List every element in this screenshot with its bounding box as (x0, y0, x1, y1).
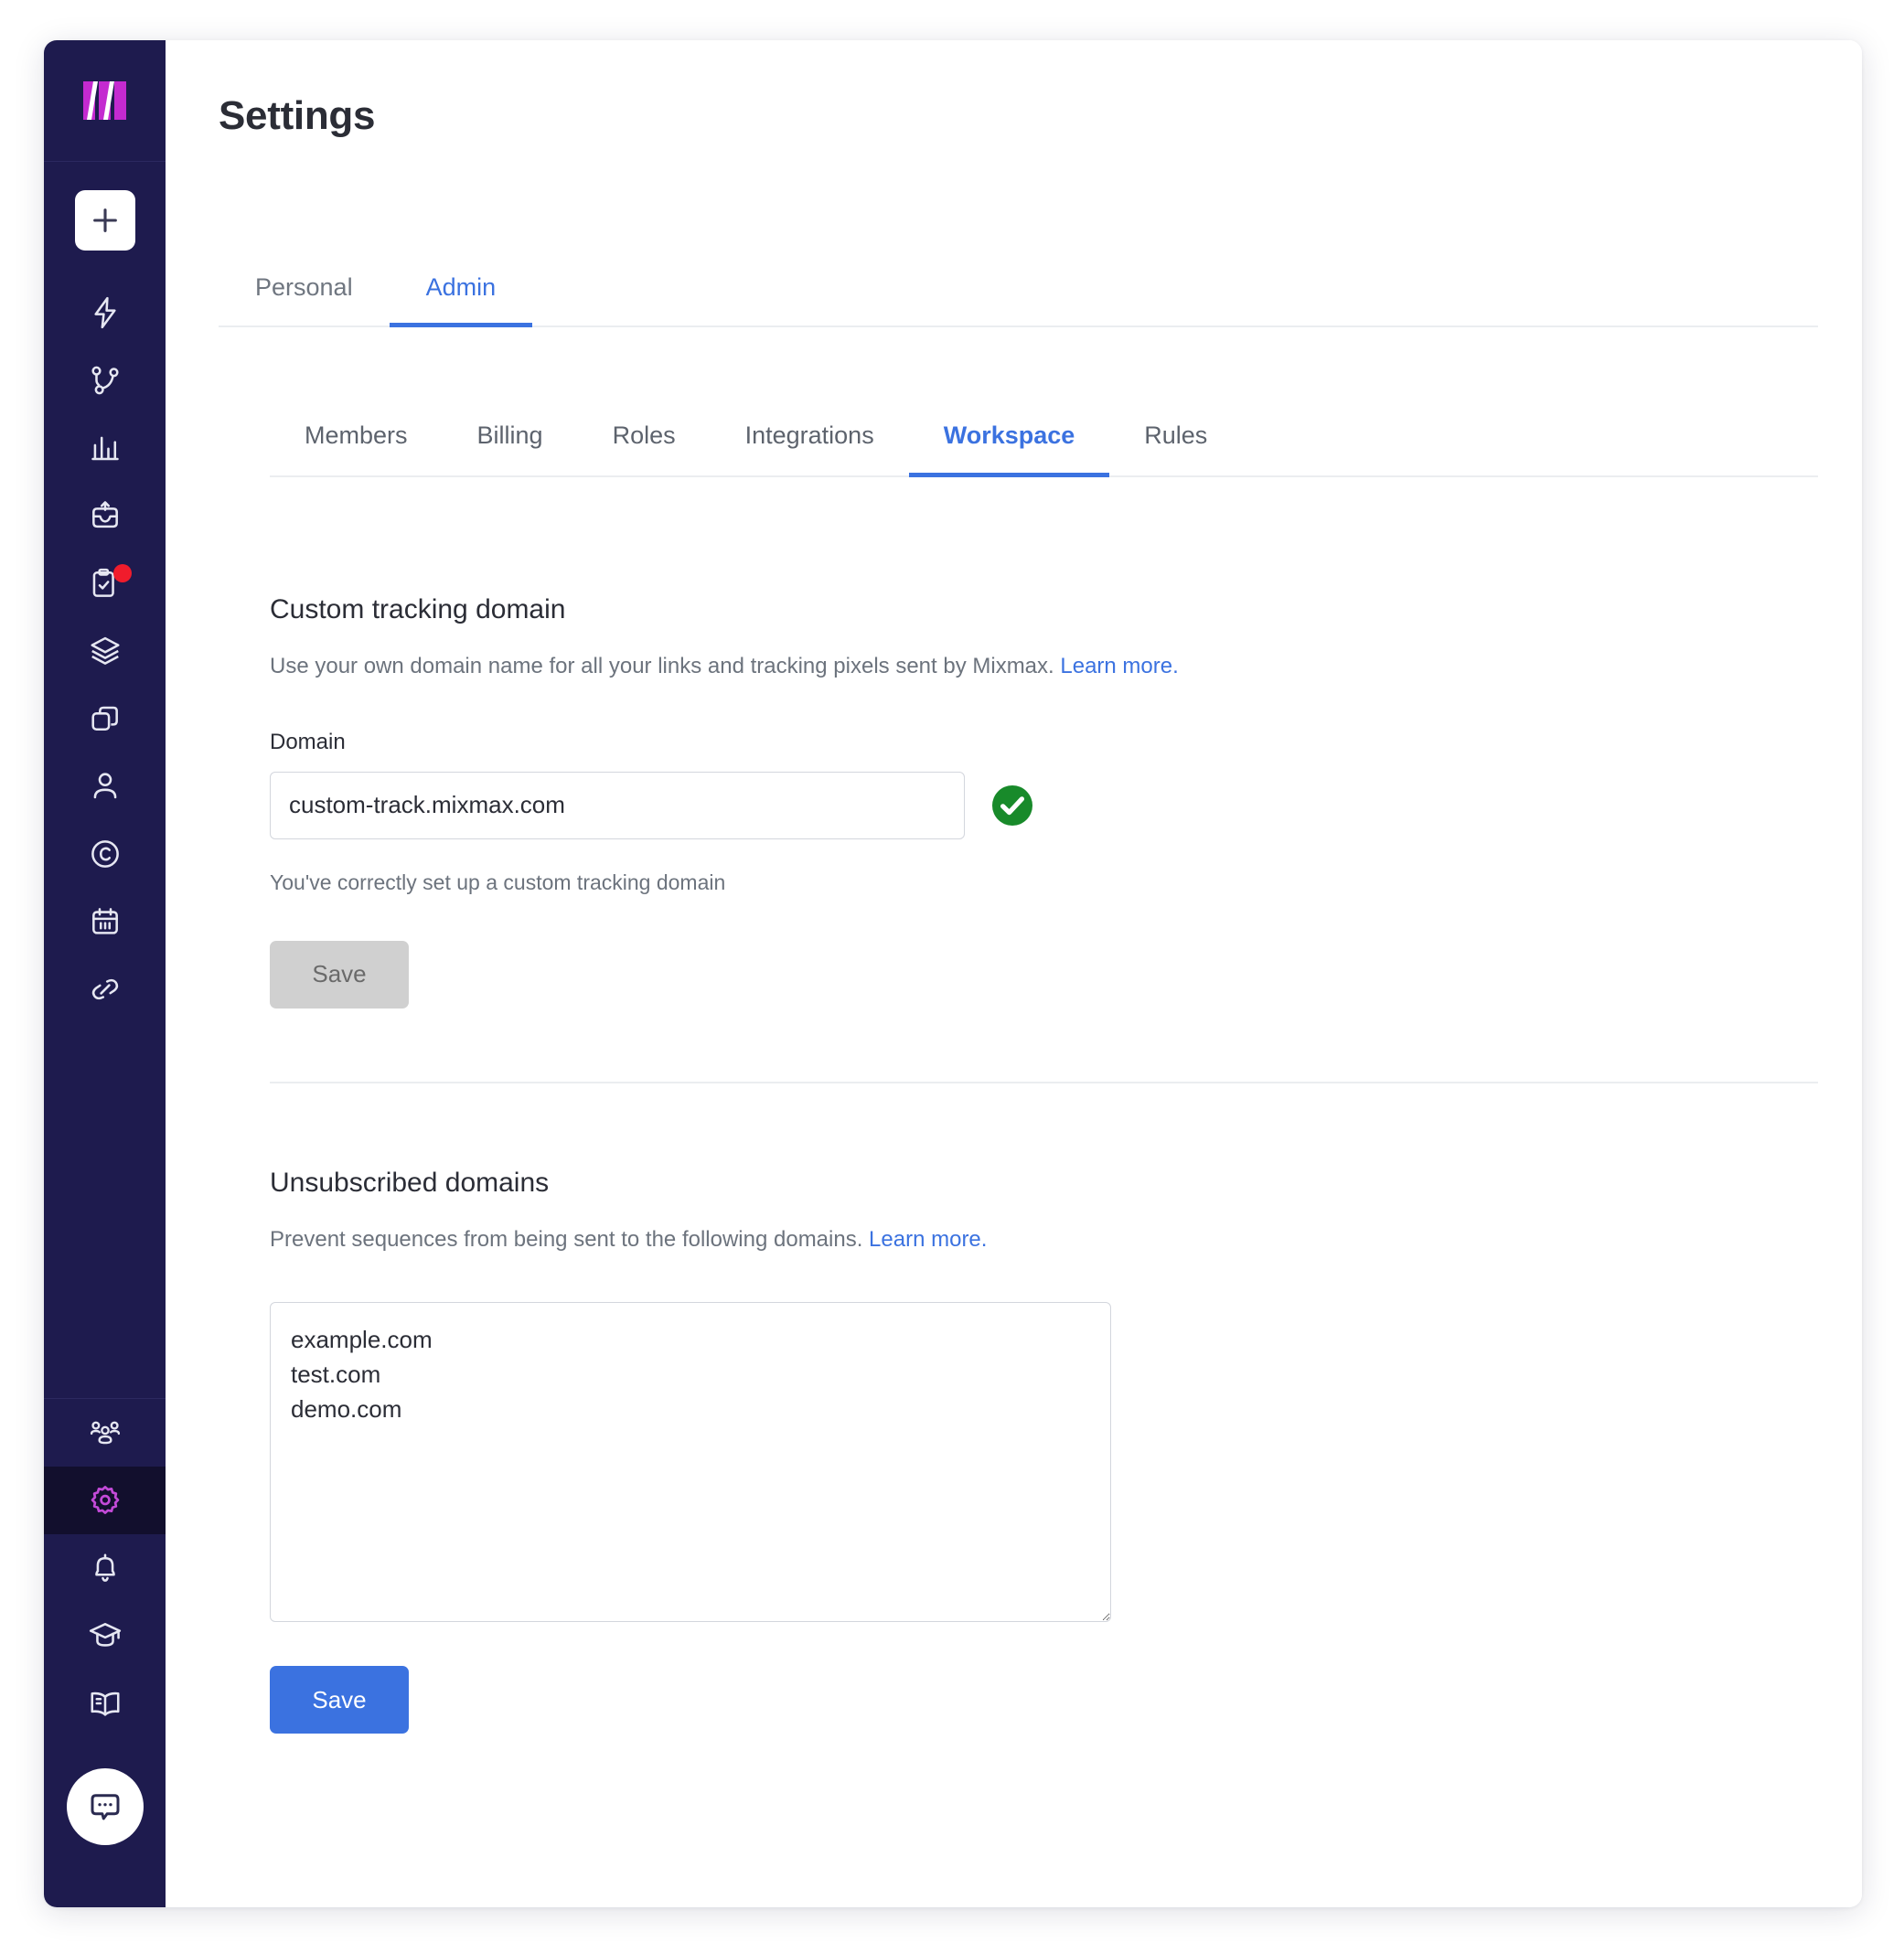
tasks-notification-badge (113, 564, 132, 582)
graduation-cap-icon (89, 1623, 121, 1647)
plus-icon (92, 208, 117, 232)
open-book-icon (90, 1692, 120, 1716)
sidebar-item-inbox[interactable] (44, 482, 166, 550)
tracking-domain-save-button[interactable]: Save (270, 940, 409, 1009)
bell-icon (94, 1553, 115, 1582)
tracking-domain-save-row: Save (270, 940, 1818, 1009)
unsubscribed-domains-learn-more-link[interactable]: Learn more. (869, 1227, 987, 1252)
unsubscribed-domains-heading: Unsubscribed domains (270, 1167, 550, 1198)
tab-rules[interactable]: Rules (1109, 422, 1242, 475)
page-title: Settings (219, 93, 376, 138)
branch-nodes-icon (91, 366, 119, 395)
tab-members[interactable]: Members (270, 422, 443, 475)
sidebar-item-templates[interactable] (44, 617, 166, 685)
custom-tracking-domain-section: Custom tracking domain Use your own doma… (270, 594, 1818, 1009)
people-group-icon (90, 1421, 120, 1445)
sidebar-item-links[interactable] (44, 955, 166, 1023)
sidebar-item-sequences[interactable] (44, 347, 166, 414)
sidebar-item-snippets[interactable] (44, 685, 166, 752)
sidebar-item-team[interactable] (44, 1399, 166, 1467)
layers-icon (90, 636, 120, 665)
copy-icon (91, 706, 118, 731)
section-divider (270, 1081, 1818, 1083)
person-icon (93, 773, 116, 799)
unsubscribed-domains-description-text: Prevent sequences from being sent to the… (270, 1226, 863, 1252)
tracking-domain-learn-more-link[interactable]: Learn more. (1060, 654, 1178, 678)
tab-roles[interactable]: Roles (578, 422, 711, 475)
left-sidebar (44, 40, 166, 1907)
sidebar-secondary-nav (44, 1399, 166, 1737)
sidebar-item-tasks[interactable] (44, 550, 166, 617)
domain-helper-text: You've correctly set up a custom trackin… (270, 870, 726, 894)
compose-zone (44, 162, 166, 279)
chat-bubble-icon (91, 1794, 119, 1820)
compose-new-button[interactable] (74, 190, 135, 251)
tracking-domain-description: Use your own domain name for all your li… (270, 651, 1818, 682)
sidebar-item-reports[interactable] (44, 414, 166, 482)
support-chat-button[interactable] (66, 1768, 144, 1845)
unsubscribed-domains-description: Prevent sequences from being sent to the… (270, 1224, 1818, 1255)
sidebar-primary-nav (44, 279, 166, 1023)
calendar-icon (91, 908, 118, 934)
gear-icon (91, 1486, 119, 1514)
bar-chart-icon (91, 436, 119, 461)
domain-input-row (270, 771, 1818, 839)
primary-tab-bar: Personal Admin (219, 243, 1818, 327)
tracking-domain-heading: Custom tracking domain (270, 594, 566, 624)
lightning-bolt-icon (93, 296, 116, 329)
tab-workspace[interactable]: Workspace (908, 422, 1110, 477)
mixmax-logo-icon (82, 81, 126, 120)
green-check-circle-icon (992, 784, 1032, 826)
link-icon (91, 978, 118, 1000)
sidebar-item-automation[interactable] (44, 279, 166, 347)
domain-field-label: Domain (270, 729, 346, 754)
inbox-upload-icon (91, 501, 118, 528)
main-content: Settings Personal Admin Members Billing … (166, 40, 1862, 1907)
sidebar-item-notifications[interactable] (44, 1534, 166, 1602)
unsubscribed-domains-section: Unsubscribed domains Prevent sequences f… (270, 1168, 1818, 1734)
tab-integrations[interactable]: Integrations (711, 422, 909, 475)
chat-zone (44, 1737, 166, 1907)
unsubscribed-domains-save-row: Save (270, 1666, 1818, 1734)
tab-billing[interactable]: Billing (443, 422, 578, 475)
sidebar-item-academy[interactable] (44, 1602, 166, 1670)
settings-content: Custom tracking domain Use your own doma… (270, 594, 1818, 1734)
sidebar-item-calendar[interactable] (44, 888, 166, 955)
app-window: Settings Personal Admin Members Billing … (44, 40, 1862, 1907)
circle-c-icon (91, 840, 119, 868)
sidebar-item-crm[interactable] (44, 820, 166, 888)
brand-logo[interactable] (44, 40, 166, 162)
tab-admin[interactable]: Admin (389, 273, 533, 327)
sidebar-item-docs[interactable] (44, 1670, 166, 1737)
sidebar-item-contacts[interactable] (44, 752, 166, 820)
sidebar-item-settings[interactable] (44, 1467, 166, 1534)
secondary-tab-bar: Members Billing Roles Integrations Works… (270, 382, 1818, 477)
unsubscribed-domains-textarea[interactable] (270, 1302, 1111, 1623)
tracking-domain-description-text: Use your own domain name for all your li… (270, 654, 1054, 678)
tab-personal[interactable]: Personal (219, 273, 390, 326)
unsubscribed-domains-save-button[interactable]: Save (270, 1666, 409, 1734)
domain-input[interactable] (270, 771, 965, 839)
